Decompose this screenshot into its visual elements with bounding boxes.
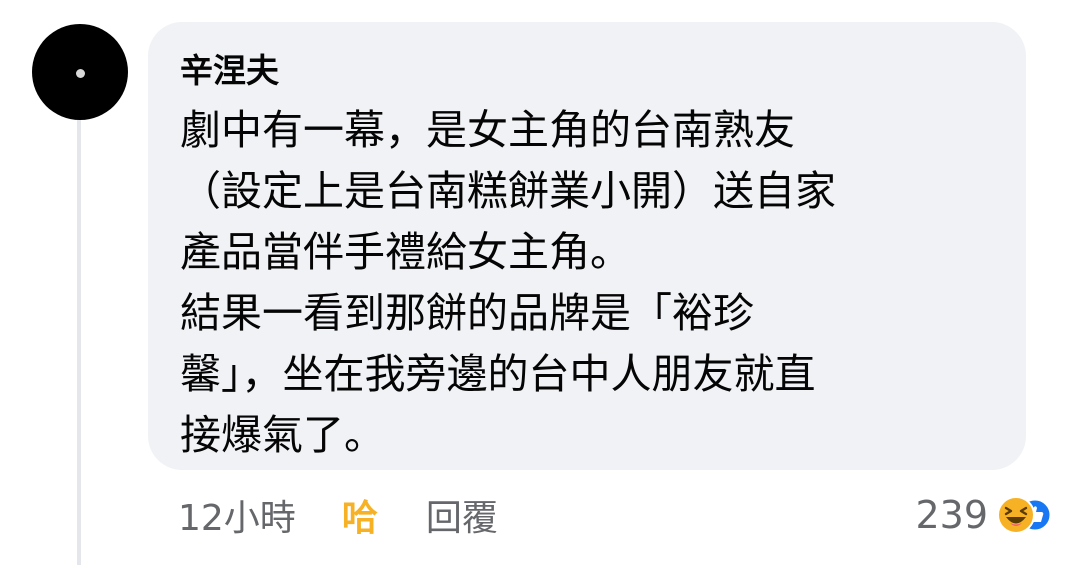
comment-line: 結果一看到那餅的品牌是「裕珍 bbox=[180, 289, 754, 337]
comment-line: （設定上是台南糕餅業小開）送自家 bbox=[180, 167, 836, 215]
comment-author[interactable]: 辛涅夫 bbox=[180, 48, 996, 94]
reply-button[interactable]: 回覆 bbox=[426, 489, 498, 541]
reaction-button[interactable]: 哈 bbox=[342, 489, 378, 541]
comment-thread: 辛涅夫 劇中有一幕，是女主角的台南熟友 （設定上是台南糕餅業小開）送自家 產品當… bbox=[0, 0, 1080, 565]
comment-line: 接爆氣了。 bbox=[180, 411, 385, 459]
comment-line: 產品當伴手禮給女主角。 bbox=[180, 228, 631, 276]
avatar-dot bbox=[76, 69, 85, 78]
reaction-icons bbox=[996, 495, 1052, 535]
comment-bubble: 辛涅夫 劇中有一幕，是女主角的台南熟友 （設定上是台南糕餅業小開）送自家 產品當… bbox=[148, 22, 1026, 470]
reaction-summary[interactable]: 239 bbox=[915, 487, 1052, 543]
comment-actions: 12小時 哈 回覆 bbox=[178, 487, 498, 543]
comment-line: 馨」，坐在我旁邊的台中人朋友就直 bbox=[180, 350, 816, 398]
comment-line: 劇中有一幕，是女主角的台南熟友 bbox=[180, 106, 795, 154]
comment-timestamp[interactable]: 12小時 bbox=[178, 489, 296, 541]
haha-icon bbox=[997, 496, 1035, 534]
avatar[interactable] bbox=[32, 24, 128, 120]
thread-connector-line bbox=[77, 120, 81, 565]
reaction-count: 239 bbox=[915, 493, 988, 537]
comment-text: 劇中有一幕，是女主角的台南熟友 （設定上是台南糕餅業小開）送自家 產品當伴手禮給… bbox=[180, 100, 996, 466]
